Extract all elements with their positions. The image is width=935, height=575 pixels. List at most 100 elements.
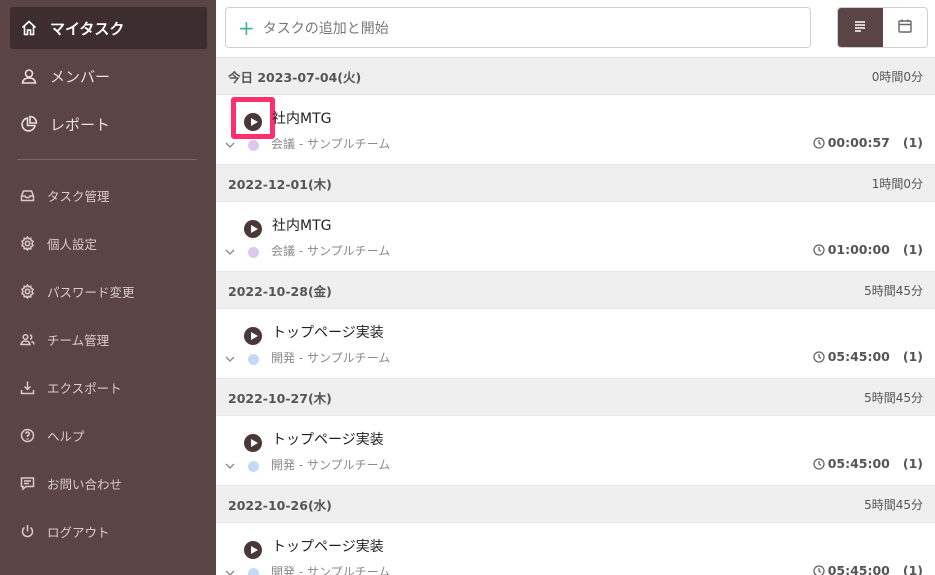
- task-count: (1): [902, 242, 923, 257]
- category-dot: [248, 568, 259, 575]
- clock-icon: [813, 136, 825, 149]
- task-duration: 05:45:00: [827, 349, 890, 364]
- add-task-label: タスクの追加と開始: [262, 20, 389, 37]
- task-time: 05:45:00 (1): [813, 563, 923, 575]
- sidebar-item-reports[interactable]: レポート: [10, 103, 207, 145]
- sidebar: マイタスク メンバー レポート タスク管理 個人設定 パスワード変更 チーム管理…: [0, 0, 216, 575]
- add-task-input[interactable]: + タスクの追加と開始: [225, 7, 811, 48]
- user-icon: [20, 67, 38, 85]
- clock-icon: [813, 350, 825, 363]
- task-name: トップページ実装: [272, 432, 384, 448]
- clock-icon: [813, 564, 825, 575]
- task-duration: 05:45:00: [827, 563, 890, 575]
- task-duration: 00:00:57: [827, 135, 890, 150]
- task-row[interactable]: トップページ実装 開発 - サンプルチーム 05:45:00 (1): [216, 416, 935, 486]
- sidebar-item-logout[interactable]: ログアウト: [20, 516, 210, 546]
- task-count: (1): [902, 349, 923, 364]
- task-time: 00:00:57 (1): [813, 135, 923, 150]
- play-icon[interactable]: [244, 113, 262, 131]
- power-icon: [20, 524, 35, 539]
- plus-icon: +: [238, 15, 255, 40]
- clock-icon: [813, 457, 825, 470]
- sidebar-item-label: マイタスク: [50, 19, 125, 38]
- download-icon: [20, 380, 35, 395]
- sidebar-item-label: タスク管理: [47, 188, 110, 204]
- sidebar-item-label: お問い合わせ: [47, 476, 123, 492]
- task-category: 開発 - サンプルチーム: [271, 565, 391, 575]
- clock-icon: [813, 243, 825, 256]
- task-duration: 05:45:00: [827, 456, 890, 471]
- task-count: (1): [902, 456, 923, 471]
- task-time: 05:45:00 (1): [813, 349, 923, 364]
- category-dot: [248, 354, 259, 365]
- task-list: 今日 2023-07-04(火) 0時間0分 社内MTG 会議 - サンプルチー…: [216, 58, 935, 575]
- task-duration: 01:00:00: [827, 242, 890, 257]
- list-view-button[interactable]: [838, 8, 883, 47]
- sidebar-item-task-management[interactable]: タスク管理: [20, 180, 210, 210]
- play-icon[interactable]: [244, 541, 262, 559]
- task-name: 社内MTG: [272, 218, 332, 234]
- task-time: 01:00:00 (1): [813, 242, 923, 257]
- task-row[interactable]: トップページ実装 開発 - サンプルチーム 05:45:00 (1): [216, 523, 935, 575]
- inbox-icon: [20, 188, 35, 203]
- day-header: 2022-10-26(水) 5時間45分: [216, 486, 935, 523]
- task-count: (1): [902, 563, 923, 575]
- play-icon[interactable]: [244, 220, 262, 238]
- gear-icon: [20, 235, 35, 251]
- day-header: 2022-12-01(木) 1時間0分: [216, 165, 935, 202]
- team-icon: [20, 332, 35, 347]
- sidebar-item-label: ログアウト: [47, 524, 110, 540]
- day-total: 1時間0分: [871, 176, 923, 191]
- task-name: 社内MTG: [272, 111, 332, 127]
- sidebar-item-label: レポート: [50, 115, 111, 134]
- gear-icon: [20, 283, 35, 299]
- task-row[interactable]: 社内MTG 会議 - サンプルチーム 00:00:57 (1): [216, 95, 935, 165]
- list-icon: [852, 18, 868, 38]
- task-category: 開発 - サンプルチーム: [271, 458, 391, 472]
- home-icon: [20, 19, 38, 37]
- category-dot: [248, 140, 259, 151]
- task-category: 会議 - サンプルチーム: [271, 244, 391, 258]
- category-dot: [248, 247, 259, 258]
- day-total: 5時間45分: [864, 390, 923, 405]
- sidebar-item-export[interactable]: エクスポート: [20, 372, 210, 402]
- day-date: 2022-10-26(水): [228, 497, 332, 513]
- task-category: 開発 - サンプルチーム: [271, 351, 391, 365]
- day-header: 2022-10-27(木) 5時間45分: [216, 379, 935, 416]
- sidebar-item-contact[interactable]: お問い合わせ: [20, 468, 210, 498]
- task-row[interactable]: 社内MTG 会議 - サンプルチーム 01:00:00 (1): [216, 202, 935, 272]
- play-icon[interactable]: [244, 327, 262, 345]
- sidebar-item-personal-settings[interactable]: 個人設定: [20, 228, 210, 258]
- task-name: トップページ実装: [272, 325, 384, 341]
- help-icon: [20, 428, 35, 443]
- day-date: 今日 2023-07-04(火): [228, 69, 362, 85]
- chevron-down-icon[interactable]: [224, 350, 236, 362]
- calendar-view-button[interactable]: [883, 8, 928, 47]
- day-total: 5時間45分: [864, 283, 923, 298]
- top-bar: + タスクの追加と開始: [216, 0, 935, 58]
- chevron-down-icon[interactable]: [224, 564, 236, 575]
- day-total: 5時間45分: [864, 497, 923, 512]
- sidebar-item-label: チーム管理: [47, 332, 110, 348]
- sidebar-item-label: エクスポート: [47, 380, 122, 396]
- task-category: 会議 - サンプルチーム: [271, 137, 391, 151]
- sidebar-item-change-password[interactable]: パスワード変更: [20, 276, 210, 306]
- sidebar-divider: [17, 159, 197, 160]
- category-dot: [248, 461, 259, 472]
- sidebar-item-label: メンバー: [50, 67, 111, 86]
- calendar-icon: [897, 18, 913, 38]
- chevron-down-icon[interactable]: [224, 243, 236, 255]
- day-date: 2022-10-28(金): [228, 283, 332, 299]
- task-time: 05:45:00 (1): [813, 456, 923, 471]
- sidebar-item-help[interactable]: ヘルプ: [20, 420, 210, 450]
- sidebar-item-my-tasks[interactable]: マイタスク: [10, 7, 207, 49]
- sidebar-item-members[interactable]: メンバー: [10, 55, 207, 97]
- sidebar-item-team-management[interactable]: チーム管理: [20, 324, 210, 354]
- play-icon[interactable]: [244, 434, 262, 452]
- task-name: トップページ実装: [272, 539, 384, 555]
- task-count: (1): [902, 135, 923, 150]
- task-row[interactable]: トップページ実装 開発 - サンプルチーム 05:45:00 (1): [216, 309, 935, 379]
- day-date: 2022-12-01(木): [228, 176, 332, 192]
- view-toggle: [837, 7, 928, 48]
- chevron-down-icon[interactable]: [224, 457, 236, 469]
